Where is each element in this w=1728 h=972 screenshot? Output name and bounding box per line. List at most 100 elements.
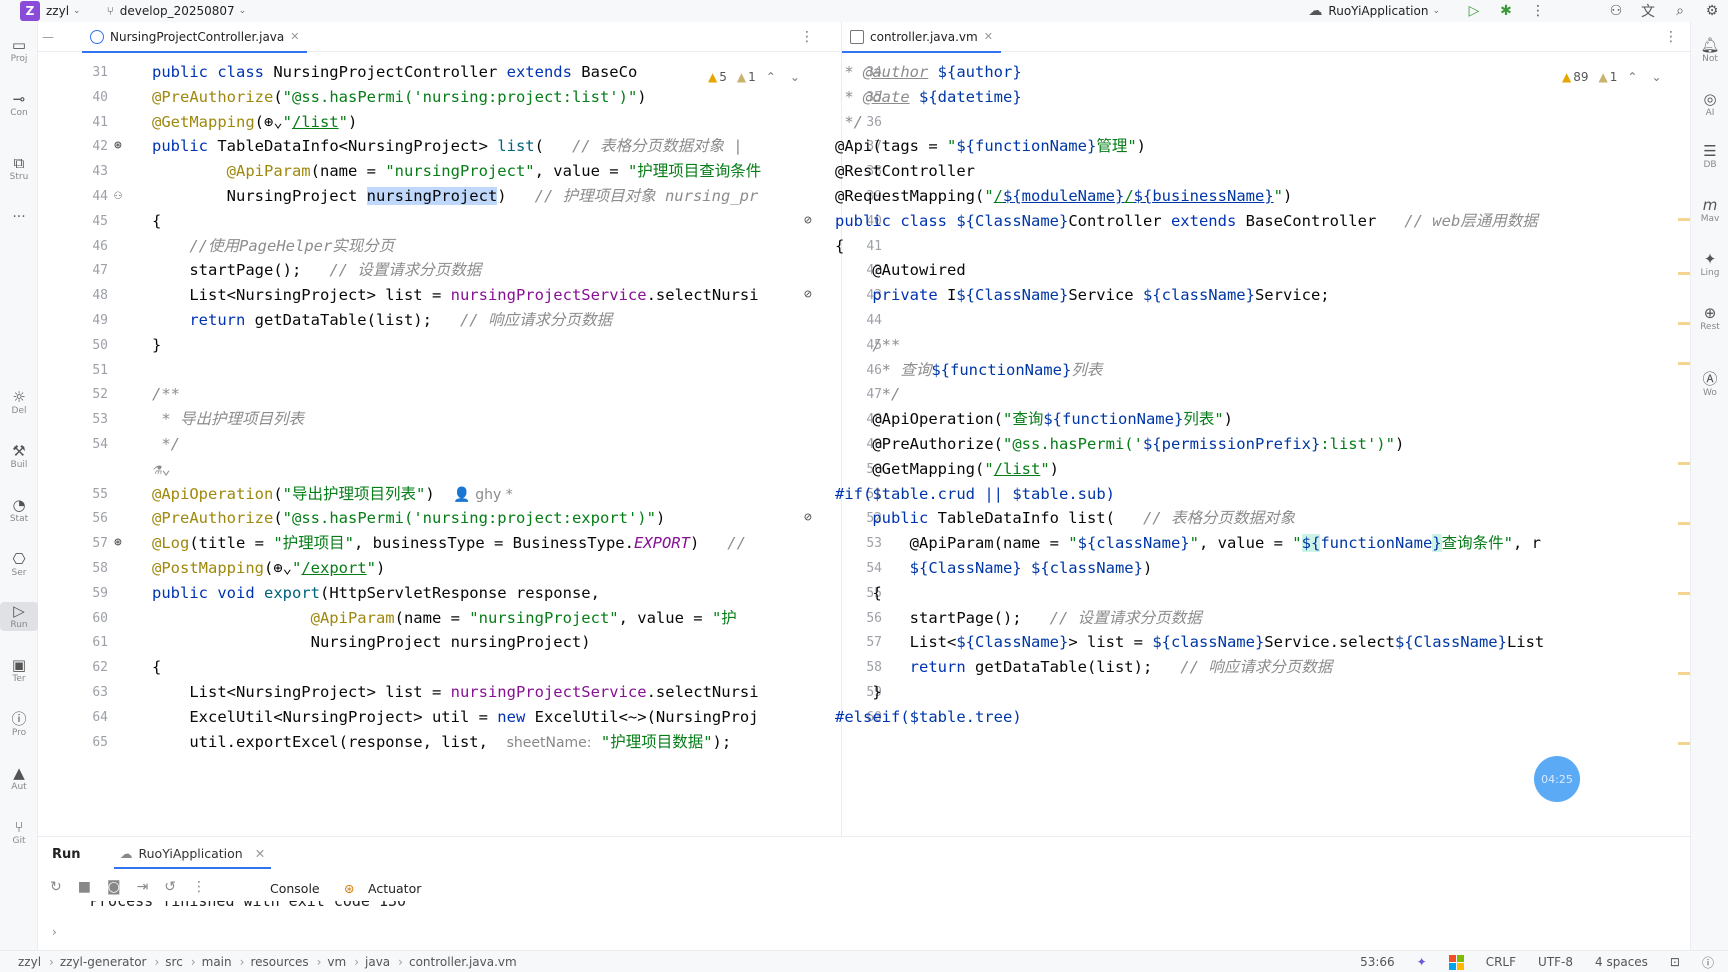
inspection-widget[interactable]: ▲ 5 ▲ 1 ⌃ ⌄: [708, 70, 800, 84]
breadcrumb-item[interactable]: resources: [250, 955, 308, 969]
code-line[interactable]: 63 List<NursingProject> list = nursingPr…: [38, 680, 758, 705]
tool-auto[interactable]: ▲ Aut: [0, 764, 38, 793]
code-line[interactable]: 51 #if($table.crud || $table.sub): [835, 482, 1532, 507]
code-line[interactable]: 43 @ApiParam(name = "nursingProject", va…: [38, 159, 761, 184]
code-line[interactable]: 42 public TableDataInfo<NursingProject> l…: [38, 134, 758, 159]
code-line[interactable]: 64 ExcelUtil<NursingProject> util = new …: [38, 705, 758, 730]
code-line[interactable]: 59 }: [842, 680, 1532, 705]
search-icon[interactable]: ⌕: [1664, 3, 1696, 19]
code-line[interactable]: 38 @RestController: [835, 159, 1532, 184]
line-number[interactable]: 62: [58, 655, 108, 680]
code-line[interactable]: 50 @GetMapping("/list"): [842, 457, 1532, 482]
line-number[interactable]: 59: [58, 581, 108, 606]
code-line[interactable]: 44 NursingProject nursingProject) // 护理项…: [38, 184, 758, 209]
code-line[interactable]: 60 #elseif($table.tree): [835, 705, 1532, 730]
endpoint-icon[interactable]: ⊛: [114, 138, 122, 153]
code-line[interactable]: 46 * 查询${functionName}列表: [842, 358, 1532, 383]
code-line[interactable]: 44: [842, 308, 1532, 333]
code-line[interactable]: 55 {: [842, 581, 1532, 606]
line-number[interactable]: 44: [58, 184, 108, 209]
code-line[interactable]: 58 @PostMapping(⊕⌄"/export"): [38, 556, 758, 581]
no-entry-icon[interactable]: ⊘: [804, 287, 812, 302]
code-line[interactable]: ⚗⌄: [38, 457, 758, 482]
translate-icon[interactable]: 文: [1632, 1, 1664, 21]
no-entry-icon[interactable]: ⊘: [804, 213, 812, 228]
code-line[interactable]: 47 */: [842, 382, 1532, 407]
line-number[interactable]: 40: [58, 85, 108, 110]
code-line[interactable]: 45 {: [38, 209, 758, 234]
line-number[interactable]: 65: [58, 730, 108, 755]
console-tab[interactable]: Console: [270, 881, 320, 896]
code-line[interactable]: 53 @ApiParam(name = "${className}", valu…: [842, 531, 1541, 556]
code-line[interactable]: 53 * 导出护理项目列表: [38, 407, 758, 432]
close-icon[interactable]: ✕: [290, 30, 299, 43]
code-line[interactable]: 57 List<${ClassName}> list = ${className…: [842, 630, 1544, 655]
run-config-selector[interactable]: RuoYiApplication: [1328, 4, 1428, 18]
code-line[interactable]: 48 @ApiOperation("查询${functionName}列表"): [842, 407, 1532, 432]
tool-project[interactable]: ▭ Proj: [0, 36, 38, 65]
code-line[interactable]: 56 startPage(); // 设置请求分页数据: [842, 606, 1532, 631]
code-line[interactable]: 56 @PreAuthorize("@ss.hasPermi('nursing:p…: [38, 506, 758, 531]
code-line[interactable]: 41{: [835, 234, 1532, 259]
line-number[interactable]: 57: [58, 531, 108, 556]
code-line[interactable]: 52 public TableDataInfo list( // 表格分页数据对…: [842, 506, 1532, 531]
restore-layout-icon[interactable]: ⇥: [137, 879, 149, 895]
close-icon[interactable]: ✕: [255, 846, 265, 861]
line-number[interactable]: 46: [58, 234, 108, 259]
code-line[interactable]: 39 @RequestMapping("/${moduleName}/${busi…: [835, 184, 1532, 209]
tool-problems[interactable]: ⓘ Pro: [0, 710, 38, 739]
code-line[interactable]: 36 */: [842, 110, 1532, 135]
stop-icon[interactable]: ■: [78, 879, 91, 895]
line-number[interactable]: 55: [58, 482, 108, 507]
more-icon[interactable]: ⋮: [1522, 3, 1554, 19]
line-number[interactable]: 63: [58, 680, 108, 705]
settings-icon[interactable]: ⚙: [1696, 3, 1728, 19]
code-line[interactable]: 52 /**: [38, 382, 758, 407]
line-number[interactable]: 56: [58, 506, 108, 531]
tool-debug[interactable]: ☼ Del: [0, 388, 38, 417]
tool-maven[interactable]: m Mav: [1691, 196, 1728, 225]
code-line[interactable]: 43 private I${ClassName}Service ${classN…: [842, 283, 1532, 308]
file-encoding[interactable]: UTF-8: [1538, 955, 1573, 969]
breadcrumb-item[interactable]: zzyl-generator: [60, 955, 147, 969]
tool-database[interactable]: ☰ DB: [1691, 142, 1728, 171]
tool-ai[interactable]: ◎ AI: [1691, 90, 1728, 119]
code-line[interactable]: 34 * @author ${author}: [842, 60, 1532, 85]
line-number[interactable]: 47: [58, 258, 108, 283]
chevron-down-icon[interactable]: ⌄: [1432, 6, 1440, 16]
problems-icon[interactable]: ⓘ: [1702, 954, 1714, 971]
tool-run[interactable]: ▷ Run: [0, 602, 38, 631]
code-line[interactable]: 49 return getDataTable(list); // 响应请求分页数…: [38, 308, 758, 333]
code-line[interactable]: 59 public void export(HttpServletResponse…: [38, 581, 758, 606]
code-line[interactable]: 48 List<NursingProject> list = nursingPr…: [38, 283, 758, 308]
add-user-icon[interactable]: ⚇: [1600, 3, 1632, 19]
code-line[interactable]: 65 util.exportExcel(response, list, shee…: [38, 730, 758, 755]
line-number[interactable]: 44: [832, 308, 882, 333]
line-number[interactable]: 42: [58, 134, 108, 159]
run-icon[interactable]: ▷: [1458, 3, 1490, 19]
project-name[interactable]: zzyl: [46, 4, 69, 18]
endpoint-icon[interactable]: ⊛: [114, 535, 122, 550]
tool-git[interactable]: ⑂ Git: [0, 818, 38, 847]
code-line[interactable]: 50}: [38, 333, 758, 358]
actuator-tab[interactable]: Actuator: [368, 881, 421, 896]
code-line[interactable]: 49 @PreAuthorize("@ss.hasPermi('${permis…: [842, 432, 1532, 457]
line-number[interactable]: 52: [58, 382, 108, 407]
breadcrumb-item[interactable]: java: [365, 955, 390, 969]
code-line[interactable]: 47 startPage(); // 设置请求分页数据: [38, 258, 758, 283]
tool-word[interactable]: Ⓐ Wo: [1691, 370, 1728, 399]
floating-timer-bubble[interactable]: 04:25: [1534, 756, 1580, 802]
tab-nursing-project-controller[interactable]: NursingProjectController.java ✕: [82, 22, 308, 53]
line-number[interactable]: 45: [58, 209, 108, 234]
line-number[interactable]: 43: [58, 159, 108, 184]
code-line[interactable]: 61 NursingProject nursingProject): [38, 630, 758, 655]
code-line[interactable]: 40 public class ${ClassName}Controller ex…: [835, 209, 1538, 234]
no-entry-icon[interactable]: ⊘: [804, 510, 812, 525]
debug-restart-icon[interactable]: ↺: [164, 879, 176, 895]
breadcrumb-item[interactable]: zzyl: [18, 955, 41, 969]
breadcrumb-item[interactable]: src: [165, 955, 183, 969]
breadcrumb-item[interactable]: main: [202, 955, 232, 969]
tool-terminal[interactable]: ▣ Ter: [0, 656, 38, 685]
line-separator[interactable]: CRLF: [1486, 955, 1516, 969]
line-number[interactable]: 61: [58, 630, 108, 655]
